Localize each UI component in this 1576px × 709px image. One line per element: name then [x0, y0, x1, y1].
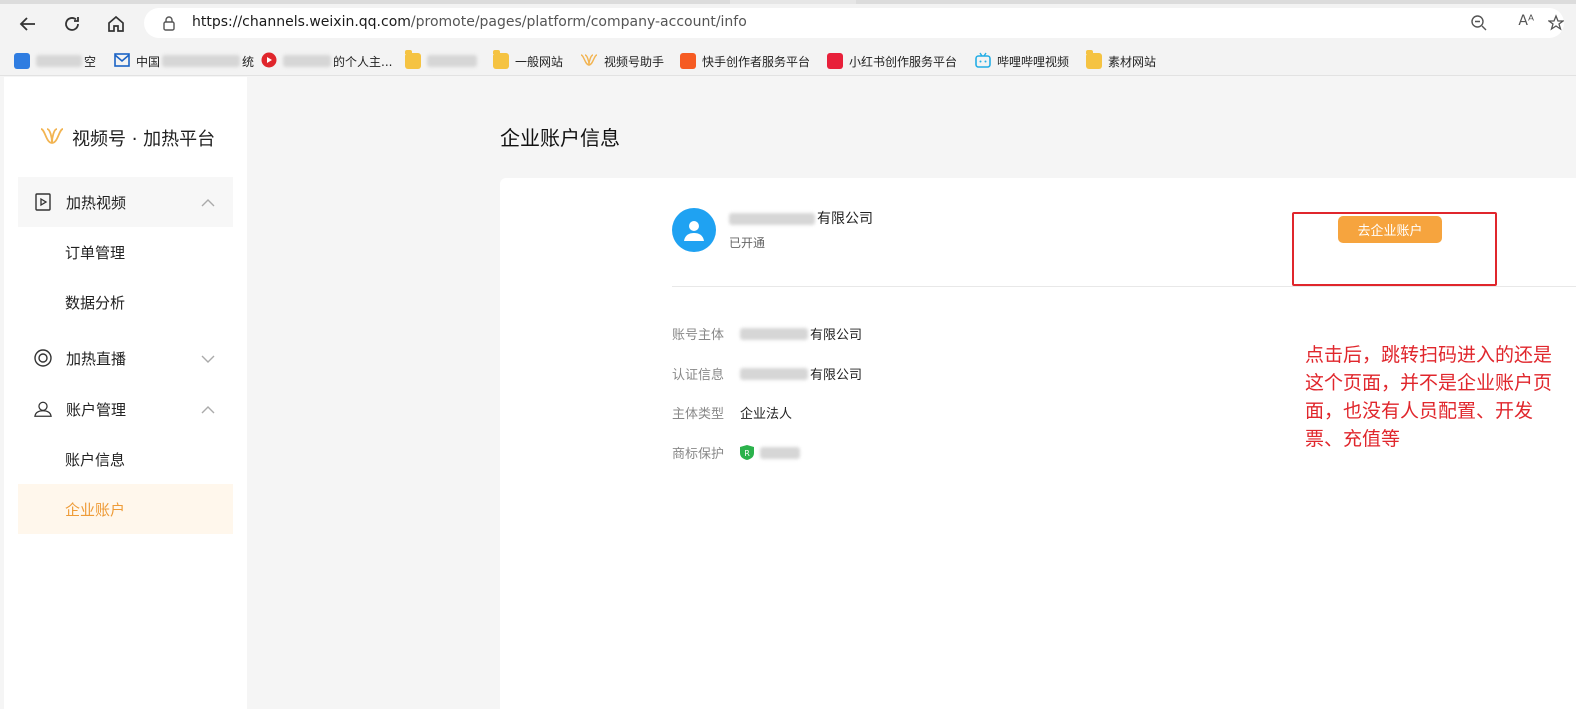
- menu-group-label: 账户管理: [66, 400, 127, 419]
- bookmark-item[interactable]: 中国统: [114, 52, 254, 70]
- highlight-box: [1292, 212, 1497, 286]
- url-text: https://channels.weixin.qq.com/promote/p…: [192, 14, 747, 30]
- field-label: 商标保护: [672, 447, 725, 462]
- play-box-icon: [34, 193, 52, 211]
- folder-icon: [493, 50, 509, 69]
- folder-icon: [405, 50, 421, 69]
- channels-logo-icon: [40, 126, 72, 151]
- tab-other[interactable]: [856, 0, 1576, 4]
- info-row: 主体类型 企业法人: [672, 403, 792, 422]
- read-aloud-icon[interactable]: Aᴬ: [1518, 13, 1534, 29]
- info-row: 商标保护 R: [672, 443, 800, 462]
- field-value: R: [740, 445, 800, 460]
- bookmark-folder[interactable]: 一般网站: [493, 50, 563, 70]
- menu-group-boost-video[interactable]: 加热视频: [18, 177, 233, 227]
- sidebar: 视频号 · 加热平台 加热视频 订单管理 数据分析 加热直播 账户管理 账户信息…: [4, 77, 247, 709]
- info-row: 账号主体 有限公司: [672, 324, 862, 343]
- person-icon: [684, 221, 704, 241]
- page-title: 企业账户信息: [500, 126, 620, 150]
- tab-current[interactable]: [0, 0, 730, 4]
- xiaohongshu-icon: [827, 53, 843, 69]
- live-circle-icon: [34, 349, 52, 367]
- bookmark-item[interactable]: 空: [14, 52, 96, 70]
- address-bar[interactable]: https://channels.weixin.qq.com/promote/p…: [144, 8, 1565, 38]
- chevron-up-icon: [201, 194, 215, 212]
- avatar: [672, 208, 716, 252]
- blue-square-icon: [14, 53, 30, 69]
- brand: 视频号 · 加热平台: [40, 125, 215, 151]
- bookmarks-bar: 空 中国统 的个人主... 一般网站 视频号助手 快手创作者服务平台 小红书创作…: [0, 46, 1576, 76]
- kuaishou-icon: [680, 53, 696, 69]
- field-value: 有限公司: [740, 324, 862, 343]
- bookmark-item[interactable]: 哔哩哔哩视频: [975, 52, 1069, 70]
- bookmark-item[interactable]: 快手创作者服务平台: [680, 52, 810, 70]
- folder-icon: [1086, 50, 1102, 69]
- sidebar-item-account-info[interactable]: 账户信息: [18, 434, 233, 484]
- back-icon[interactable]: [16, 12, 40, 36]
- mail-icon: [114, 52, 130, 70]
- browser-toolbar: https://channels.weixin.qq.com/promote/p…: [0, 0, 1576, 46]
- bookmark-folder[interactable]: [405, 50, 477, 70]
- bilibili-icon: [975, 52, 991, 71]
- annotation-text: 点击后，跳转扫码进入的还是这个页面，并不是企业账户页面，也没有人员配置、开发票、…: [1305, 344, 1553, 450]
- favorite-star-icon[interactable]: [1547, 14, 1565, 36]
- channels-logo-icon: [580, 53, 598, 70]
- info-row: 认证信息 有限公司: [672, 364, 862, 383]
- sidebar-item-orders[interactable]: 订单管理: [18, 227, 233, 277]
- menu-group-account[interactable]: 账户管理: [18, 384, 233, 434]
- field-value: 企业法人: [740, 407, 793, 422]
- zoom-icon[interactable]: [1470, 14, 1488, 36]
- bookmark-item[interactable]: 的个人主...: [261, 52, 392, 70]
- divider: [672, 286, 1576, 287]
- menu-group-label: 加热直播: [66, 349, 127, 368]
- lock-icon: [162, 15, 176, 35]
- menu-group-label: 加热视频: [66, 193, 127, 212]
- status-text: 已开通: [729, 236, 766, 250]
- sidebar-item-analytics[interactable]: 数据分析: [18, 277, 233, 327]
- refresh-icon[interactable]: [60, 12, 84, 36]
- menu-group-boost-live[interactable]: 加热直播: [18, 333, 233, 383]
- field-value: 有限公司: [740, 364, 862, 383]
- chevron-up-icon: [201, 401, 215, 419]
- user-icon: [34, 400, 52, 418]
- red-play-icon: [261, 52, 277, 71]
- chevron-down-icon: [201, 350, 215, 368]
- tab-strip: [0, 0, 1576, 4]
- home-icon[interactable]: [104, 12, 128, 36]
- bookmark-folder[interactable]: 素材网站: [1086, 50, 1156, 70]
- field-label: 账号主体: [672, 328, 725, 343]
- trademark-shield-icon: R: [740, 445, 754, 460]
- sidebar-item-company-account[interactable]: 企业账户: [18, 484, 233, 534]
- bookmark-item[interactable]: 视频号助手: [580, 52, 664, 70]
- bookmark-item[interactable]: 小红书创作服务平台: [827, 52, 957, 70]
- svg-text:R: R: [744, 449, 750, 458]
- company-name: 有限公司: [729, 208, 873, 228]
- field-label: 主体类型: [672, 407, 725, 422]
- brand-title: 视频号 · 加热平台: [72, 129, 216, 150]
- field-label: 认证信息: [672, 368, 725, 383]
